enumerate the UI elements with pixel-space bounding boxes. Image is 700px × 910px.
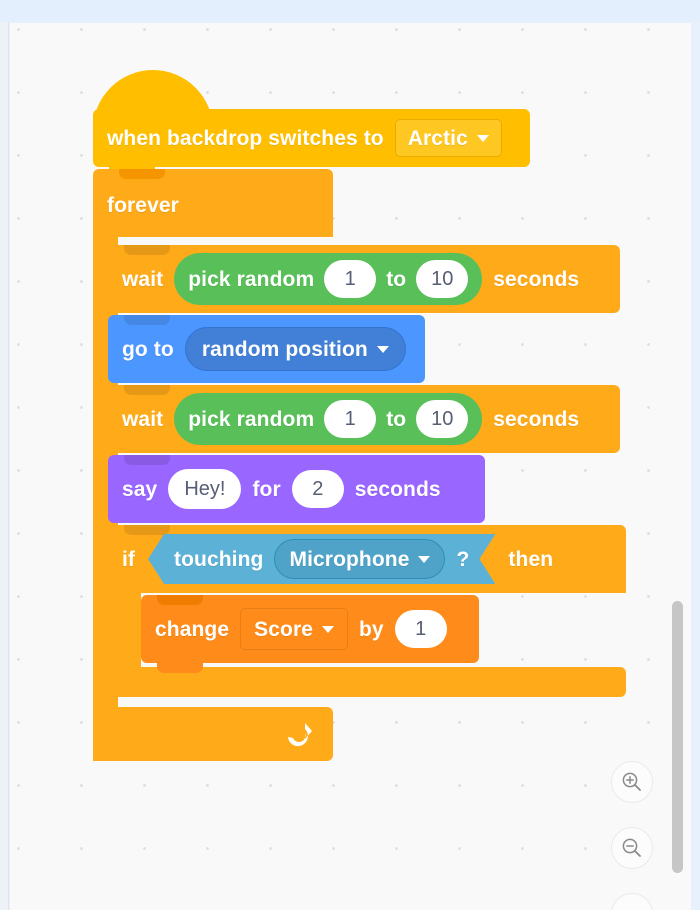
magnifier-minus-icon xyxy=(622,838,641,857)
wait-units-label-1: seconds xyxy=(493,267,580,291)
pick-random-from-input-2[interactable]: 1 xyxy=(324,400,377,438)
change-label: change xyxy=(155,617,230,641)
chevron-down-icon xyxy=(322,625,334,633)
when-backdrop-switches-to-label: when backdrop switches to xyxy=(107,126,384,150)
forever-block-footer xyxy=(93,707,333,761)
wait-label-2: wait xyxy=(122,407,164,431)
wait-units-label-2: seconds xyxy=(493,407,580,431)
forever-bottom-notch xyxy=(119,707,165,717)
chevron-down-icon xyxy=(476,134,489,142)
if-block-spine xyxy=(108,593,141,667)
window-left-rail xyxy=(0,22,9,910)
block-pick-random-2[interactable]: pick random 1 to 10 xyxy=(174,393,483,445)
loop-arrow-icon xyxy=(288,723,312,747)
change-variable-content-row: change Score by 1 xyxy=(141,595,447,663)
zoom-reset-button[interactable] xyxy=(611,893,653,910)
say-duration-input[interactable]: 2 xyxy=(291,470,344,508)
pick-random-label-1: pick random xyxy=(188,267,315,291)
wait-content-row-1: wait pick random 1 to 10 seconds xyxy=(108,245,579,313)
variable-name-value: Score xyxy=(254,617,313,641)
equals-icon xyxy=(620,902,644,910)
pick-random-to-input-2[interactable]: 10 xyxy=(416,400,469,438)
blocks-workspace-canvas[interactable]: when backdrop switches to Arctic forever xyxy=(10,23,691,910)
block-pick-random-1[interactable]: pick random 1 to 10 xyxy=(174,253,483,305)
block-touching-object[interactable]: touching Microphone ? xyxy=(148,534,495,584)
block-when-backdrop-switches-to[interactable]: when backdrop switches to Arctic xyxy=(83,70,530,176)
touching-target-value: Microphone xyxy=(289,547,410,571)
chevron-down-icon xyxy=(376,345,389,353)
touching-question-mark: ? xyxy=(456,547,470,571)
if-content-row: if touching Microphone ? then xyxy=(108,525,553,593)
change-by-label: by xyxy=(359,617,384,641)
zoom-out-button[interactable] xyxy=(611,827,653,869)
wait-content-row-2: wait pick random 1 to 10 seconds xyxy=(108,385,579,453)
forever-top-notch xyxy=(119,169,165,179)
window-top-strip xyxy=(0,0,700,22)
say-for-label: for xyxy=(252,477,281,501)
block-go-to[interactable]: go to random position xyxy=(108,315,425,383)
wait-label-1: wait xyxy=(122,267,164,291)
forever-label: forever xyxy=(107,194,179,217)
go-to-label: go to xyxy=(122,337,174,361)
go-to-target-dropdown[interactable]: random position xyxy=(184,327,406,371)
then-label: then xyxy=(508,547,554,571)
chevron-down-icon xyxy=(418,556,430,563)
pick-random-to-label-1: to xyxy=(386,267,407,291)
window-right-rail xyxy=(691,22,700,910)
go-to-target-value: random position xyxy=(201,337,368,361)
block-wait-seconds-2[interactable]: wait pick random 1 to 10 seconds xyxy=(108,385,620,453)
vertical-scrollbar-thumb[interactable] xyxy=(672,601,683,873)
block-change-variable-by[interactable]: change Score by 1 xyxy=(141,595,479,673)
block-say-for-seconds[interactable]: say Hey! for 2 seconds xyxy=(108,455,485,523)
zoom-in-button[interactable] xyxy=(611,761,653,803)
say-content-row: say Hey! for 2 seconds xyxy=(108,455,441,523)
if-label: if xyxy=(122,547,136,571)
say-units-label: seconds xyxy=(354,477,441,501)
scratch-editor-window: when backdrop switches to Arctic forever xyxy=(0,0,700,910)
change-variable-bottom-notch xyxy=(157,663,203,673)
pick-random-from-input-1[interactable]: 1 xyxy=(324,260,377,298)
variable-name-dropdown[interactable]: Score xyxy=(240,608,348,650)
say-message-input[interactable]: Hey! xyxy=(168,469,242,509)
backdrop-dropdown[interactable]: Arctic xyxy=(394,119,502,157)
touching-label: touching xyxy=(174,547,264,571)
block-wait-seconds-1[interactable]: wait pick random 1 to 10 seconds xyxy=(108,245,620,313)
pick-random-label-2: pick random xyxy=(188,407,315,431)
pick-random-to-label-2: to xyxy=(386,407,407,431)
backdrop-dropdown-value: Arctic xyxy=(407,126,468,150)
magnifier-plus-icon xyxy=(622,772,641,791)
go-to-content-row: go to random position xyxy=(108,315,406,383)
pick-random-to-input-1[interactable]: 10 xyxy=(416,260,469,298)
say-label: say xyxy=(122,477,158,501)
hat-block-content-row: when backdrop switches to Arctic xyxy=(93,109,502,167)
change-amount-input[interactable]: 1 xyxy=(394,610,447,648)
touching-target-dropdown[interactable]: Microphone xyxy=(274,539,445,579)
